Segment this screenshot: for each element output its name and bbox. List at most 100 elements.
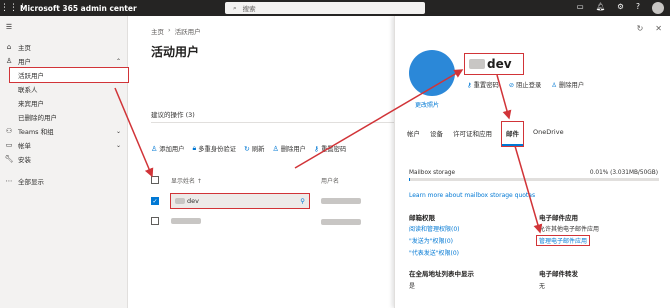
user-icon: ♙ [5,57,13,65]
tab-licenses[interactable]: 许可证和应用 [453,128,492,146]
chevron-up-icon: ⌃ [115,57,121,65]
nav-item-contacts[interactable]: 联系人 [0,82,127,96]
nav-item-active-users[interactable]: 活跃用户 [9,67,129,83]
change-photo-link[interactable]: 更改照片 [415,100,439,109]
tab-account[interactable]: 帐户 [407,128,420,146]
block-signin-button[interactable]: ⊘ 阻止登录 [509,80,541,89]
gear-icon[interactable]: ⚙ [617,2,624,14]
manage-email-apps-link[interactable]: 管理电子邮件应用 [535,235,591,246]
delete-user-button[interactable]: ♙ 删除用户 [551,80,584,89]
storage-quota-link[interactable]: Learn more about mailbox storage quotas [409,192,535,199]
refresh-label: 刷新 [251,146,265,153]
chevron-right-icon: › [168,26,171,34]
tab-mail[interactable]: 邮件 [501,121,524,147]
key-icon[interactable]: ⚲ [300,197,305,205]
perm-read-manage-link[interactable]: 阅读和管理权限(0) [409,224,460,233]
nav-show-all-label: 全部显示 [18,178,44,186]
table-header: 显示姓名 ↑ 用户名 [151,176,394,186]
nav-item-teams-groups[interactable]: ⚇ Teams 和组 ⌄ [0,124,127,138]
blurred-name [469,59,485,69]
user-name-heading: dev [464,53,524,75]
refresh-button[interactable]: ↻ 刷新 [244,144,265,154]
table-row[interactable]: ✓ dev ⚲ [151,193,394,209]
key-icon: ⚷ [467,82,472,89]
delete-user-icon: ♙ [551,82,557,89]
nav-setup-label: 安装 [18,156,31,164]
chevron-down-icon: ⌄ [115,141,121,149]
help-icon[interactable]: ? [636,2,640,14]
refresh-icon[interactable]: ↻ [637,24,644,33]
user-display-name: dev [187,197,199,205]
top-bar: ⋮⋮⋮ Microsoft 365 admin center ⌕ 搜索 ▭ 🔔︎… [0,0,670,16]
mfa-label: 多重身份验证 [198,146,236,153]
page-title: 活动用户 [151,45,200,59]
nav-home-label: 主页 [18,44,31,52]
search-placeholder: 搜索 [242,5,256,13]
reset-password-label: 重置密码 [473,82,499,89]
close-icon[interactable]: ✕ [655,24,662,33]
nav-item-guest-users[interactable]: 来宾用户 [0,96,127,110]
delete-user-button[interactable]: ♙ 删除用户 [272,144,306,154]
user-name-text: dev [487,57,512,71]
nav-item-users[interactable]: ♙ 用户 ⌃ [0,54,127,68]
mailbox-permissions-title: 邮箱权限 [409,214,435,222]
tab-devices[interactable]: 设备 [430,128,443,146]
panel-actions: ⚷ 重置密码 ⊘ 阻止登录 ♙ 删除用户 [467,80,584,89]
nav-billing-label: 帐单 [18,142,31,150]
storage-bar-fill [409,178,410,181]
perm-send-as-link[interactable]: "发送为"权限(0) [409,236,453,245]
nav-item-deleted-users[interactable]: 已删除的用户 [0,110,127,124]
block-signin-label: 阻止登录 [516,82,542,89]
gal-title: 在全局地址列表中显示 [409,270,474,278]
nav-item-billing[interactable]: ▭ 帐单 ⌄ [0,138,127,152]
column-display-name[interactable]: 显示姓名 ↑ [171,176,321,186]
group-icon: ⚇ [5,127,13,135]
avatar[interactable] [652,2,664,14]
menu-toggle[interactable]: ☰ [0,20,127,34]
suggested-actions[interactable]: 建议的操作 (3) [151,109,195,119]
reset-password-button[interactable]: ⚷ 重置密码 [313,144,347,154]
storage-label: Mailbox storage [409,170,456,176]
blurred-username [321,219,361,225]
perm-send-on-behalf-link[interactable]: "代表发送"权限(0) [409,248,459,257]
delete-user-label: 删除用户 [280,146,306,153]
user-detail-panel: ↻ ✕ 更改照片 dev ⚷ 重置密码 ⊘ 阻止登录 ♙ 删除用户 帐户 设备 许可证… [394,16,670,308]
nav-item-show-all[interactable]: ⋯ 全部显示 [0,174,127,188]
blurred-name [171,218,201,224]
mfa-button[interactable]: 🔒︎ 多重身份验证 [192,144,236,153]
nav-item-setup[interactable]: 🔧︎ 安装 [0,152,127,166]
breadcrumb-home[interactable]: 主页 [151,26,164,36]
search-icon: ⌕ [233,3,237,12]
row-checkbox[interactable] [151,217,159,225]
column-username[interactable]: 用户名 [321,176,339,186]
lock-icon: 🔒︎ [192,144,197,152]
selected-user-cell[interactable]: dev ⚲ [170,193,310,209]
app-title: Microsoft 365 admin center [20,3,137,13]
panel-controls: ↻ ✕ [637,24,662,33]
reset-password-button[interactable]: ⚷ 重置密码 [467,80,499,89]
search-box[interactable]: ⌕ 搜索 [225,2,425,14]
tab-onedrive[interactable]: OneDrive [533,128,564,146]
nav-active-users-label: 活跃用户 [18,72,44,80]
reset-password-label: 重置密码 [321,146,347,153]
add-user-button[interactable]: ♙ 添加用户 [151,144,184,154]
nav-contacts-label: 联系人 [18,86,38,94]
main-content: 主页 › 活跃用户 活动用户 建议的操作 (3) ♙ 添加用户 🔒︎ 多重身份验证 … [129,16,394,308]
billing-icon: ▭ [5,141,13,149]
app-launcher-icon[interactable]: ⋮⋮⋮ [0,3,27,13]
add-user-icon: ♙ [151,144,158,153]
key-icon: ⚷ [313,144,320,153]
nav-item-home[interactable]: ⌂ 主页 [0,40,127,54]
panel-tabs: 帐户 设备 许可证和应用 邮件 OneDrive [407,121,564,147]
block-icon: ⊘ [508,82,515,89]
select-all-checkbox[interactable] [151,176,159,184]
storage-bar [409,178,659,181]
table-row[interactable] [151,214,394,230]
delete-user-icon: ♙ [272,144,279,153]
storage-value: 0.01% (3.031MB/50GB) [589,170,658,176]
notification-icon[interactable]: 🔔︎ [596,2,606,14]
top-icons: ▭ 🔔︎ ⚙ ? [577,2,664,14]
mail-icon[interactable]: ▭ [577,2,584,14]
row-checkbox[interactable]: ✓ [151,197,159,205]
nav-guest-label: 来宾用户 [18,100,44,108]
